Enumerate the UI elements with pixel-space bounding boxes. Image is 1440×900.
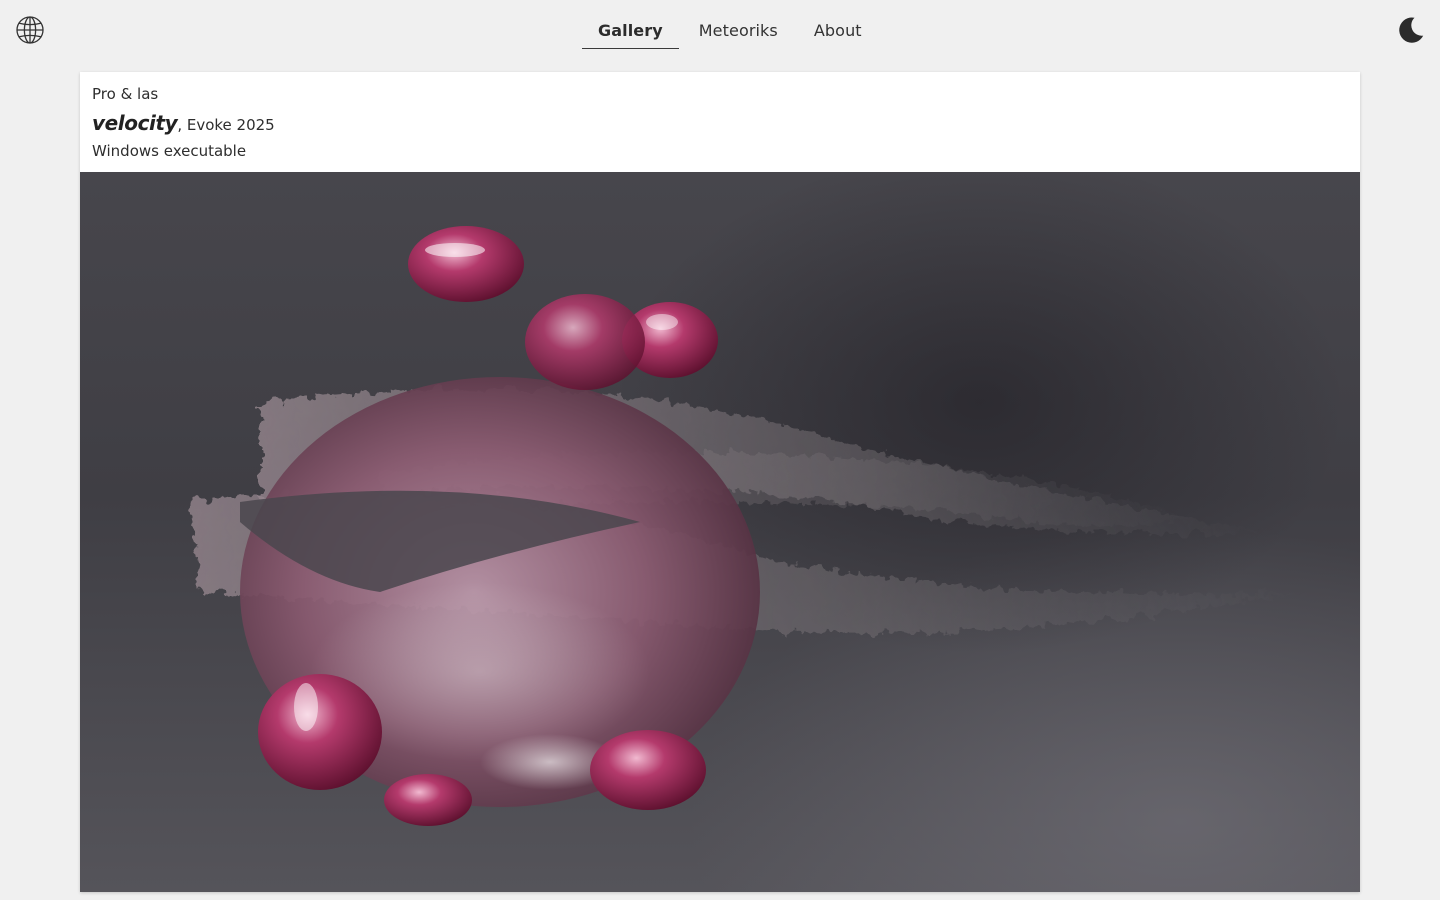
production-event: , Evoke 2025 <box>177 116 275 134</box>
production-screenshot[interactable] <box>80 172 1360 892</box>
top-bar: Gallery Meteoriks About <box>0 0 1440 62</box>
production-info: Pro & las velocity, Evoke 2025 Windows e… <box>80 72 1360 172</box>
production-platform: Windows executable <box>92 142 247 160</box>
production-card: Pro & las velocity, Evoke 2025 Windows e… <box>80 72 1360 892</box>
screenshot-art <box>190 226 1310 826</box>
globe-icon <box>16 16 44 44</box>
production-title-line: velocity, Evoke 2025 <box>92 112 1348 136</box>
tab-meteoriks[interactable]: Meteoriks <box>683 12 794 49</box>
production-credit: Pro & las <box>92 85 159 103</box>
tab-gallery[interactable]: Gallery <box>582 12 679 49</box>
tab-about[interactable]: About <box>798 12 878 49</box>
main-nav: Gallery Meteoriks About <box>582 12 878 49</box>
moon-icon <box>1399 17 1424 43</box>
production-name[interactable]: velocity <box>92 111 178 135</box>
language-button[interactable] <box>15 15 45 45</box>
theme-toggle-button[interactable] <box>1395 15 1425 45</box>
